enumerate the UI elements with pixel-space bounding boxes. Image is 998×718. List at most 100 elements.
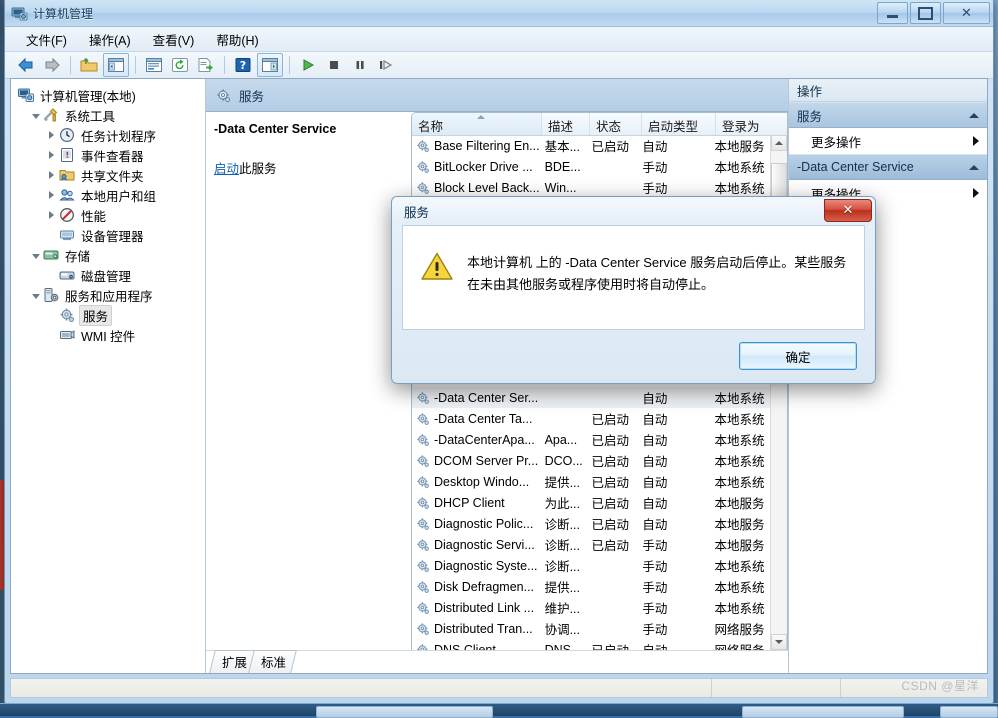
service-description-cell: 协调... [544, 623, 580, 637]
tree-item-local-users-groups[interactable]: 本地用户和组 [15, 185, 205, 205]
pause-service-icon[interactable] [348, 54, 372, 76]
table-row[interactable]: Diagnostic Polic... 诊断... 已启动 自动 本地服务 [412, 513, 771, 534]
table-row[interactable]: DHCP Client 为此... 已启动 自动 本地服务 [412, 492, 771, 513]
up-folder-icon[interactable] [77, 54, 101, 76]
scroll-up-button[interactable] [771, 135, 787, 151]
service-gear-icon [416, 139, 430, 153]
close-button[interactable]: ✕ [943, 2, 990, 24]
taskbar[interactable] [0, 703, 998, 718]
forward-icon[interactable] [40, 54, 64, 76]
column-header-startup-type[interactable]: 启动类型 [642, 113, 716, 135]
dialog-ok-button[interactable]: 确定 [739, 342, 857, 370]
menu-file[interactable]: 文件(F) [15, 27, 78, 52]
shared-folders-icon [58, 167, 76, 183]
expander-open-icon[interactable] [29, 112, 42, 119]
expander-closed-icon[interactable] [45, 131, 58, 139]
table-row[interactable]: Disk Defragmen... 提供... 手动 本地系统 [412, 576, 771, 597]
tree-item-storage[interactable]: 存储 [15, 245, 205, 265]
column-header-description[interactable]: 描述 [542, 113, 590, 135]
expander-closed-icon[interactable] [45, 151, 58, 159]
service-logon-cell: 本地系统 [714, 434, 765, 448]
window-titlebar[interactable]: 计算机管理 ✕ [5, 0, 993, 27]
dialog-titlebar[interactable]: 服务 ✕ [392, 197, 875, 225]
tree-root-computer-management[interactable]: 计算机管理(本地) [15, 85, 205, 105]
start-service-icon[interactable] [296, 54, 320, 76]
expander-closed-icon[interactable] [45, 191, 58, 199]
show-action-pane-icon[interactable] [257, 53, 283, 77]
table-row[interactable]: DCOM Server Pr... DCO... 已启动 自动 本地系统 [412, 450, 771, 471]
tree-item-shared-folders[interactable]: 共享文件夹 [15, 165, 205, 185]
tree-item-performance[interactable]: 性能 [15, 205, 205, 225]
back-icon[interactable] [14, 54, 38, 76]
tree-item-disk-management[interactable]: 磁盘管理 [15, 265, 205, 285]
service-status-cell: 已启动 [591, 434, 630, 448]
service-gear-icon [416, 643, 430, 650]
table-row[interactable]: Block Level Back... Win... 手动 本地系统 [412, 177, 771, 198]
tree-item-task-scheduler[interactable]: 任务计划程序 [15, 125, 205, 145]
taskbar-item[interactable] [316, 706, 493, 718]
column-header-logon-as[interactable]: 登录为 [716, 113, 780, 135]
start-service-link[interactable]: 启动 [214, 162, 239, 176]
column-header-status[interactable]: 状态 [590, 113, 642, 135]
table-row[interactable]: -Data Center Ser... 自动 本地系统 [412, 387, 771, 408]
expander-closed-icon[interactable] [45, 171, 58, 179]
service-logon-cell: 本地系统 [714, 392, 765, 406]
table-row[interactable]: BitLocker Drive ... BDE... 手动 本地系统 [412, 156, 771, 177]
svg-text:?: ? [240, 59, 246, 72]
table-row[interactable]: Desktop Windo... 提供... 已启动 自动 本地系统 [412, 471, 771, 492]
service-gear-icon [416, 433, 430, 447]
table-row[interactable]: Base Filtering En... 基本... 已启动 自动 本地服务 [412, 135, 771, 156]
table-row[interactable]: -DataCenterApa... Apa... 已启动 自动 本地系统 [412, 429, 771, 450]
service-status-cell: 已启动 [586, 640, 637, 650]
table-row[interactable]: Distributed Tran... 协调... 手动 网络服务 [412, 618, 771, 639]
table-row[interactable]: Diagnostic Servi... 诊断... 已启动 手动 本地服务 [412, 534, 771, 555]
service-name-cell: Diagnostic Polic... [412, 517, 539, 531]
tree-item-services-and-applications[interactable]: 服务和应用程序 [15, 285, 205, 305]
export-list-icon[interactable] [194, 54, 218, 76]
service-startup-type-cell: 自动 [642, 476, 668, 490]
services-apps-icon [42, 287, 60, 303]
service-name-text: -Data Center Ser... [434, 390, 539, 405]
action-more-services[interactable]: 更多操作 [789, 128, 987, 154]
expander-closed-icon[interactable] [45, 211, 58, 219]
table-row[interactable]: DNS Client DNS... 已启动自动网络服务 [412, 639, 771, 650]
dialog-close-button[interactable]: ✕ [824, 199, 872, 222]
table-row[interactable]: Diagnostic Syste... 诊断... 手动 本地系统 [412, 555, 771, 576]
menu-view[interactable]: 查看(V) [142, 27, 206, 52]
menu-help[interactable]: 帮助(H) [205, 27, 269, 52]
action-group-title: 服务 [797, 109, 823, 124]
menu-action[interactable]: 操作(A) [78, 27, 142, 52]
taskbar-item[interactable] [940, 706, 998, 718]
column-header-name[interactable]: 名称 [412, 113, 542, 135]
expander-open-icon[interactable] [29, 292, 42, 299]
stop-service-icon[interactable] [322, 54, 346, 76]
action-group-services[interactable]: 服务 [789, 102, 987, 128]
table-row[interactable]: Distributed Link ... 维护... 手动 本地系统 [412, 597, 771, 618]
tree-item-device-manager[interactable]: 设备管理器 [15, 225, 205, 245]
show-tree-icon[interactable] [103, 53, 129, 77]
refresh-icon[interactable] [168, 54, 192, 76]
tree-item-event-viewer[interactable]: 事件查看器 [15, 145, 205, 165]
table-row[interactable]: -Data Center Ta... 已启动 自动 本地系统 [412, 408, 771, 429]
properties-icon[interactable] [142, 54, 166, 76]
tab-standard[interactable]: 标准 [248, 650, 297, 673]
service-gear-icon [416, 622, 430, 636]
service-startup-type-cell: 自动 [642, 392, 668, 406]
taskbar-item[interactable] [742, 706, 904, 718]
maximize-button[interactable] [910, 2, 941, 24]
service-logon-cell: 本地系统 [714, 581, 765, 595]
restart-service-icon[interactable] [374, 54, 398, 76]
action-group-data-center-service[interactable]: -Data Center Service [789, 154, 987, 180]
expander-open-icon[interactable] [29, 252, 42, 259]
scroll-down-button[interactable] [771, 634, 787, 650]
service-name-cell: Distributed Tran... [412, 622, 539, 636]
tree-item-services[interactable]: 服务 [15, 304, 205, 326]
service-logon-cell: 本地系统 [714, 413, 765, 427]
column-label: 登录为 [722, 120, 760, 134]
tree-item-system-tools[interactable]: 系统工具 [15, 105, 205, 125]
minimize-button[interactable] [877, 2, 908, 24]
help-icon[interactable]: ? [231, 54, 255, 76]
service-name-text: DNS Client [434, 642, 496, 651]
tree-item-wmi-control[interactable]: WMI 控件 [15, 325, 205, 345]
close-icon: ✕ [961, 5, 972, 21]
